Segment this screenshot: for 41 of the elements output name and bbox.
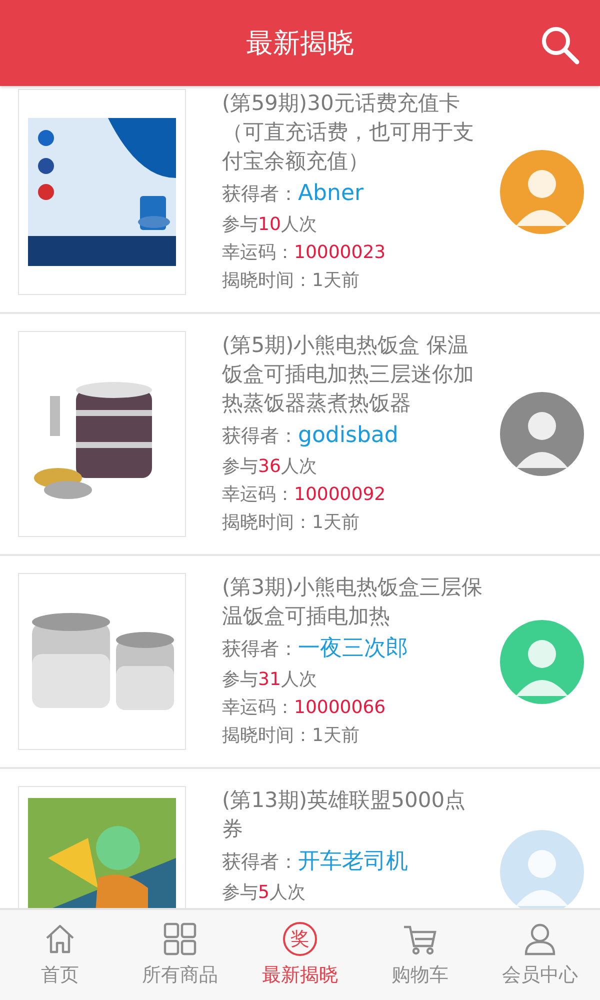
user-icon xyxy=(523,922,557,956)
lucky-code: 10000092 xyxy=(294,484,386,505)
product-image-frame[interactable] xyxy=(18,89,186,295)
product-title[interactable]: (第13期)英雄联盟5000点券 xyxy=(222,786,484,844)
search-icon[interactable] xyxy=(540,25,580,65)
lucky-code: 10000066 xyxy=(294,697,386,718)
avatar[interactable] xyxy=(500,620,584,704)
participation-count: 参与10人次 xyxy=(222,213,318,237)
winner-label: 获得者： xyxy=(222,425,298,447)
lucky-code: 10000023 xyxy=(294,242,386,263)
avatar[interactable] xyxy=(500,392,584,476)
participation-count: 参与36人次 xyxy=(222,455,318,479)
reveal-time: 揭晓时间：1天前 xyxy=(222,511,360,535)
product-title[interactable]: (第59期)30元话费充值卡（可直充话费，也可用于支付宝余额充值） xyxy=(222,89,484,176)
grid-icon xyxy=(163,922,197,956)
winner-name[interactable]: 开车老司机 xyxy=(298,849,408,874)
prize-icon: 奖 xyxy=(283,922,317,956)
tab[interactable]: 奖 最新揭晓 xyxy=(240,910,360,1000)
tab[interactable]: 所有商品 xyxy=(120,910,240,1000)
product-image-frame[interactable] xyxy=(18,331,186,537)
winner-label: 获得者： xyxy=(222,183,298,205)
tab[interactable]: 购物车 xyxy=(360,910,480,1000)
winner-label: 获得者： xyxy=(222,851,298,873)
page-title: 最新揭晓 xyxy=(246,27,354,61)
reveal-time: 揭晓时间：1天前 xyxy=(222,724,360,748)
avatar[interactable] xyxy=(500,150,584,234)
product-title[interactable]: (第5期)小熊电热饭盒 保温饭盒可插电加热三层迷你加热蒸饭器蒸煮热饭器 xyxy=(222,331,484,418)
reveal-time: 揭晓时间：1天前 xyxy=(222,269,360,293)
product-title[interactable]: (第3期)小熊电热饭盒三层保温饭盒可插电加热 xyxy=(222,573,484,631)
tab[interactable]: 会员中心 xyxy=(480,910,600,1000)
winner-name[interactable]: 一夜三次郎 xyxy=(298,636,408,661)
winner-name[interactable]: godisbad xyxy=(298,423,398,448)
participation-count: 参与31人次 xyxy=(222,668,318,692)
winner-label: 获得者： xyxy=(222,638,298,660)
winner-name[interactable]: Abner xyxy=(298,181,364,206)
lucky-code-label: 幸运码： xyxy=(222,697,294,718)
lucky-code-label: 幸运码： xyxy=(222,242,294,263)
participation-count: 参与5人次 xyxy=(222,881,306,905)
product-image-frame[interactable] xyxy=(18,786,186,908)
tab[interactable]: 首页 xyxy=(0,910,120,1000)
lucky-code-label: 幸运码： xyxy=(222,484,294,505)
